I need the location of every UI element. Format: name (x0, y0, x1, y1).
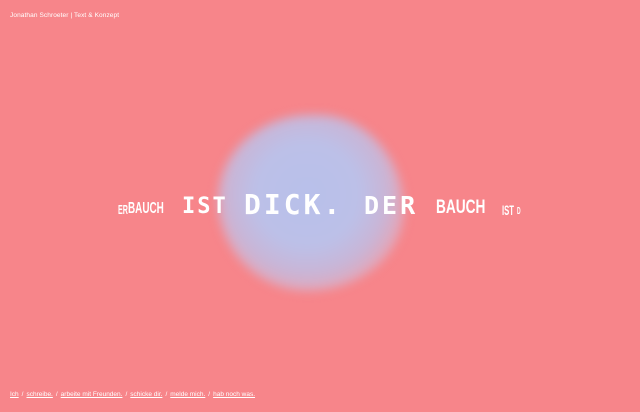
ticker-word: D (517, 206, 521, 217)
ticker-word: DER (364, 191, 419, 220)
nav-link-ich[interactable]: Ich (10, 391, 19, 398)
ticker-word: ER (118, 202, 128, 217)
nav-separator: / (55, 391, 58, 398)
nav-link-schicke-dir[interactable]: schicke dir. (130, 391, 162, 398)
scrolling-text-ticker: ER BAUCH IST DICK. DER BAUCH IST D (0, 188, 640, 227)
nav-link-hab-noch-was[interactable]: hab noch was. (213, 391, 255, 398)
footer-navigation: Ich / schreibe. / arbeite mit Freunden. / schi… (10, 391, 255, 398)
ticker-word: IST (502, 202, 514, 218)
nav-separator: / (208, 391, 211, 398)
nav-separator: / (125, 391, 128, 398)
nav-link-schreibe[interactable]: schreibe. (26, 391, 52, 398)
nav-separator: / (165, 391, 168, 398)
nav-link-arbeite-mit-freunden[interactable]: arbeite mit Freunden. (61, 391, 123, 398)
ticker-word: BAUCH (436, 197, 486, 218)
ticker-word: DICK. (244, 188, 344, 221)
nav-link-melde-mich[interactable]: melde mich. (170, 391, 205, 398)
nav-separator: / (21, 391, 24, 398)
ticker-word: IST (182, 194, 228, 219)
site-title[interactable]: Jonathan Schroeter | Text & Konzept (10, 12, 119, 19)
ticker-word: BAUCH (128, 200, 164, 217)
